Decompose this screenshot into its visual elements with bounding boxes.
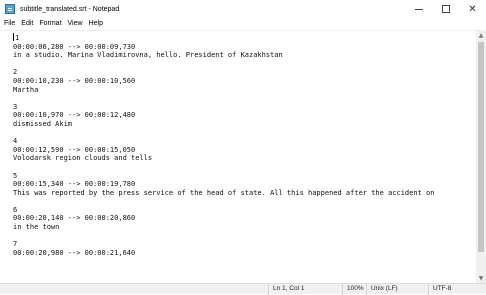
scroll-up-arrow-icon[interactable]: ▲ xyxy=(476,30,486,40)
editor-line: 5 xyxy=(13,171,18,180)
minimize-button[interactable] xyxy=(405,0,432,18)
editor-line: in the town xyxy=(13,223,60,232)
menu-view[interactable]: View xyxy=(65,18,86,29)
editor-line: 00:00:20,980 --> 00:00:21,640 xyxy=(13,248,136,257)
status-bar: Ln 1, Col 1 100% Unix (LF) UTF-8 xyxy=(0,283,486,295)
editor-line: 4 xyxy=(13,137,18,146)
editor-line: Volodarsk region clouds and tells xyxy=(13,154,153,163)
status-line-endings: Unix (LF) xyxy=(366,284,433,295)
menu-edit[interactable]: Edit xyxy=(18,18,36,29)
editor-line: 2 xyxy=(13,68,18,77)
editor-line: in a studio. Marina Vladimirovna, hello.… xyxy=(13,51,283,60)
editor-line: 7 xyxy=(13,240,18,249)
text-editor-area[interactable]: 1 00:00:06,280 --> 00:00:09,730 in a stu… xyxy=(0,30,476,284)
menu-help[interactable]: Help xyxy=(86,18,106,29)
editor-line: This was reported by the press service o… xyxy=(13,188,435,197)
editor-line: 3 xyxy=(13,102,18,111)
menu-format[interactable]: Format xyxy=(36,18,64,29)
scroll-down-arrow-icon[interactable]: ▼ xyxy=(476,273,486,283)
close-button[interactable]: ✕ xyxy=(459,0,486,18)
editor-line: 6 xyxy=(13,205,18,214)
editor-line: Martha xyxy=(13,85,39,94)
status-cursor-position: Ln 1, Col 1 xyxy=(268,284,347,295)
editor-line: 00:00:06,280 --> 00:00:09,730 xyxy=(13,42,136,51)
scrollbar-thumb[interactable] xyxy=(478,42,484,252)
vertical-scrollbar[interactable]: ▲ ▼ xyxy=(476,30,486,283)
editor-line: 1 xyxy=(15,34,20,42)
editor-line: 00:00:10,970 --> 00:00:12,480 xyxy=(13,111,136,120)
maximize-button[interactable] xyxy=(432,0,459,18)
editor-line: 00:00:10,230 --> 00:00:10,560 xyxy=(13,76,136,85)
editor-line: 00:00:20,140 --> 00:00:20,860 xyxy=(13,214,136,223)
editor-line: 00:00:15,340 --> 00:00:19,780 xyxy=(13,180,136,189)
window-controls: ✕ xyxy=(405,0,486,18)
status-encoding: UTF-8 xyxy=(428,284,486,295)
title-bar[interactable]: subtitle_translated.srt - Notepad ✕ xyxy=(0,0,486,18)
text-caret xyxy=(13,33,14,41)
window-title: subtitle_translated.srt - Notepad xyxy=(20,5,120,13)
menu-file[interactable]: File xyxy=(0,18,18,29)
editor-line: dismissed Akim xyxy=(13,119,73,128)
menu-bar: File Edit Format View Help xyxy=(0,18,486,29)
notepad-window: subtitle_translated.srt - Notepad ✕ File… xyxy=(0,0,486,295)
editor-line: 00:00:12,590 --> 00:00:15,050 xyxy=(13,145,136,154)
editor-text-content[interactable]: 1 00:00:06,280 --> 00:00:09,730 in a stu… xyxy=(0,31,476,257)
notepad-app-icon[interactable] xyxy=(5,4,15,14)
